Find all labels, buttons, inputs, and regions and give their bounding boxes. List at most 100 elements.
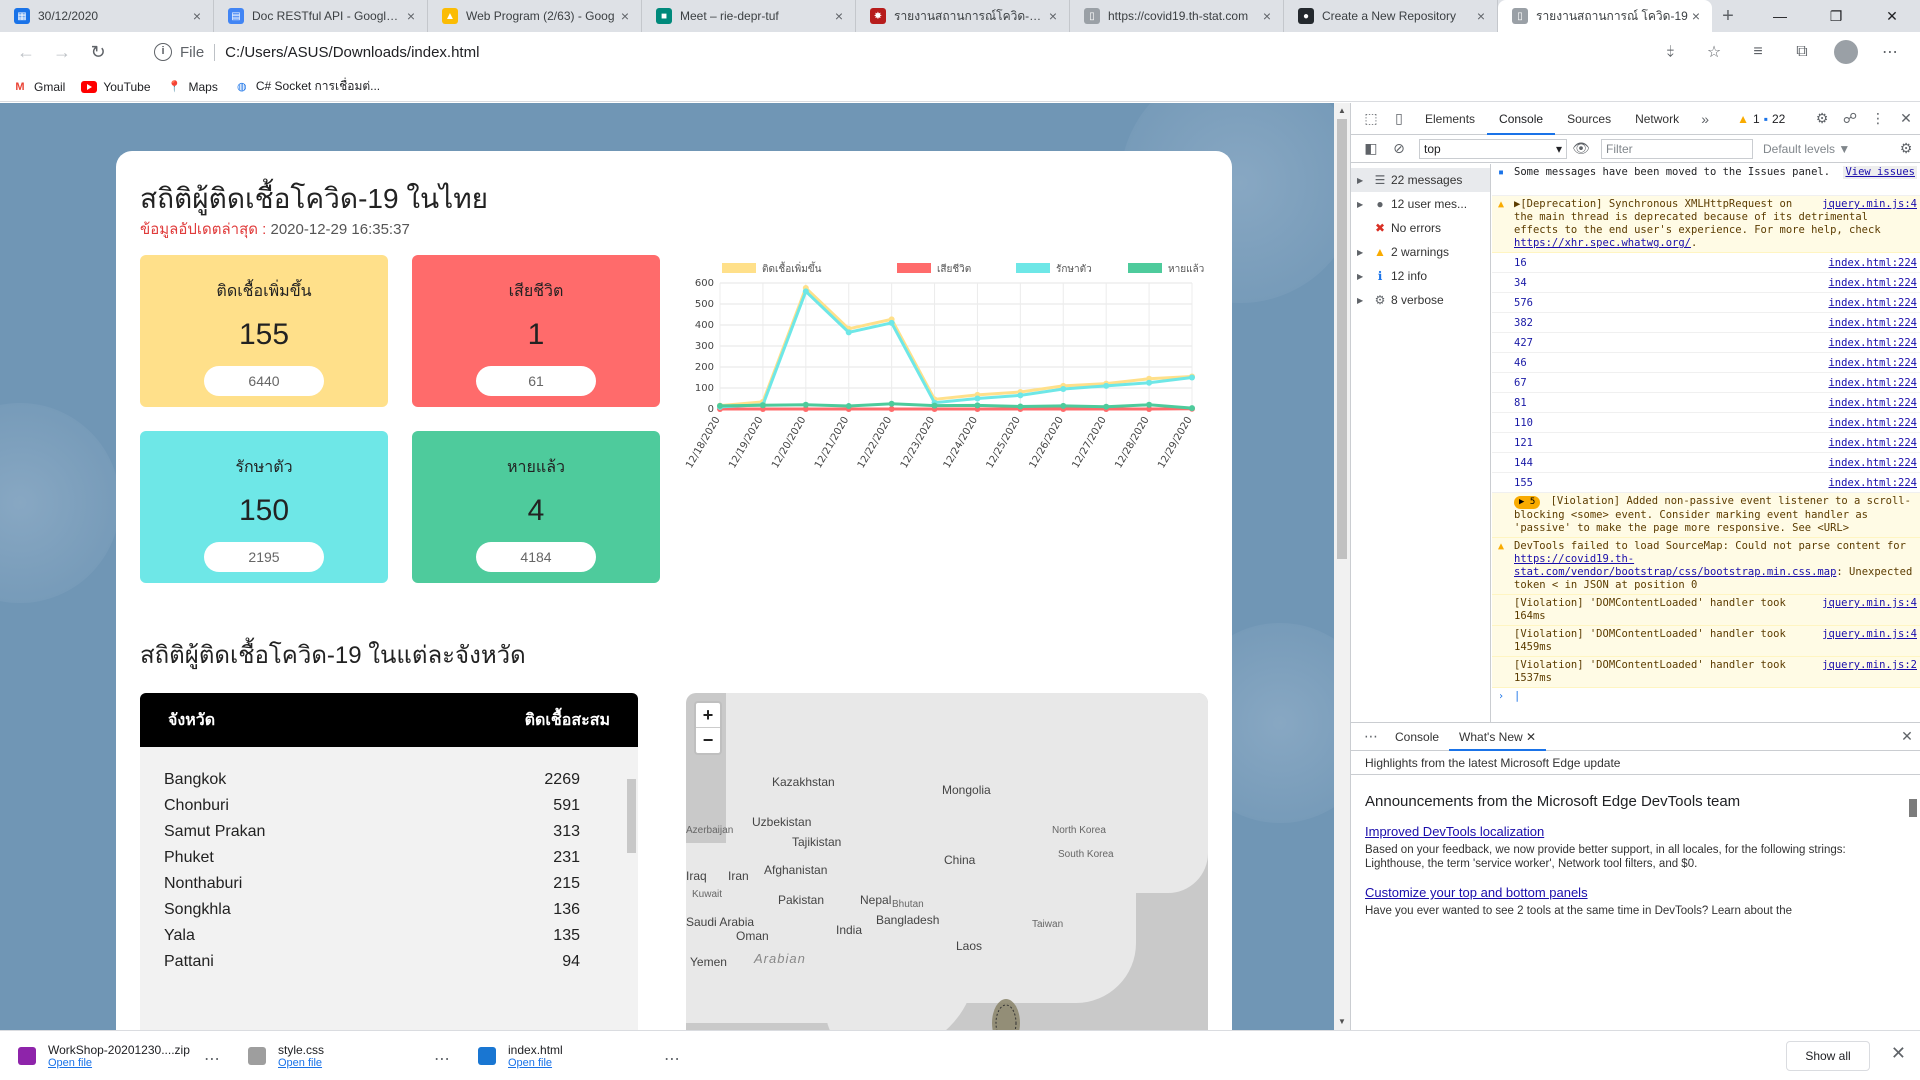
- drawer-menu-icon[interactable]: ⋯: [1357, 728, 1385, 745]
- reload-icon[interactable]: ↻: [80, 36, 116, 68]
- new-tab-button[interactable]: +: [1712, 0, 1744, 32]
- source-link[interactable]: index.html:224: [1828, 435, 1917, 451]
- source-link[interactable]: index.html:224: [1828, 375, 1917, 391]
- browser-tab[interactable]: ■ Meet – rie-depr-tuf ×: [642, 0, 856, 32]
- console-settings-icon[interactable]: ⚙: [1892, 140, 1920, 157]
- source-link[interactable]: jquery.min.js:4: [1822, 198, 1917, 211]
- source-link[interactable]: index.html:224: [1828, 335, 1917, 351]
- bookmark-youtube[interactable]: YouTube: [81, 79, 151, 95]
- province-scrollbar[interactable]: [624, 763, 638, 1030]
- browser-tab[interactable]: ✸ รายงานสถานการณ์โควิด-19 ป ×: [856, 0, 1070, 32]
- province-list[interactable]: Bangkok 2269 Chonburi 591 Samut Prakan 313 Phu…: [140, 747, 638, 1030]
- xhr-spec-link[interactable]: https://xhr.spec.whatwg.org/: [1514, 237, 1691, 249]
- close-download-bar-icon[interactable]: ✕: [1891, 1043, 1906, 1064]
- clear-console-icon[interactable]: ⊘: [1385, 140, 1413, 157]
- source-link[interactable]: index.html:224: [1828, 355, 1917, 371]
- close-tab-icon[interactable]: ×: [1473, 8, 1489, 24]
- open-file-link[interactable]: Open file: [48, 1057, 190, 1069]
- localization-link[interactable]: Improved DevTools localization: [1365, 824, 1907, 839]
- tab-sources[interactable]: Sources: [1555, 103, 1623, 135]
- scroll-up-icon[interactable]: ▲: [1334, 103, 1350, 119]
- view-issues-button[interactable]: View issues: [1843, 166, 1917, 179]
- console-sidebar-item[interactable]: ▶ ☰ 22 messages: [1351, 168, 1490, 192]
- expand-arrow-icon[interactable]: ▶: [1357, 200, 1369, 209]
- profile-avatar[interactable]: [1834, 40, 1858, 64]
- browser-tab[interactable]: ▲ Web Program (2/63) - Goog ×: [428, 0, 642, 32]
- feedback-icon[interactable]: ☍: [1836, 110, 1864, 127]
- expand-arrow-icon[interactable]: ▶: [1357, 248, 1369, 257]
- source-link[interactable]: index.html:224: [1828, 455, 1917, 471]
- expand-arrow-icon[interactable]: ▶: [1357, 176, 1369, 185]
- issue-badges[interactable]: ▲ 1 ▪ 22: [1737, 112, 1785, 126]
- expand-arrow-icon[interactable]: ▶: [1357, 296, 1369, 305]
- drawer-tab-whats-new[interactable]: What's New ✕: [1449, 723, 1547, 751]
- source-link[interactable]: jquery.min.js:2: [1822, 659, 1917, 672]
- console-sidebar-item[interactable]: ▶ ▲ 2 warnings: [1351, 240, 1490, 264]
- filter-input[interactable]: Filter: [1601, 138, 1753, 159]
- close-tab-icon[interactable]: ✕: [1526, 730, 1536, 744]
- download-item[interactable]: style.css Open file ⋯: [230, 1043, 460, 1069]
- download-item[interactable]: WorkShop-20201230....zip Open file ⋯: [0, 1043, 230, 1069]
- close-tab-icon[interactable]: ×: [831, 8, 847, 24]
- browser-tab[interactable]: ● Create a New Repository ×: [1284, 0, 1498, 32]
- gear-icon[interactable]: ⚙: [1808, 110, 1836, 127]
- open-file-link[interactable]: Open file: [278, 1057, 324, 1069]
- console-prompt[interactable]: › |: [1492, 688, 1920, 705]
- close-tab-icon[interactable]: ×: [189, 8, 205, 24]
- source-link[interactable]: index.html:224: [1828, 275, 1917, 291]
- page-scroll-thumb[interactable]: [1337, 119, 1347, 559]
- scroll-down-icon[interactable]: ▼: [1334, 1014, 1350, 1030]
- browser-tab[interactable]: ▦ 30/12/2020 ×: [0, 0, 214, 32]
- show-all-button[interactable]: Show all: [1786, 1041, 1870, 1071]
- info-icon[interactable]: i: [154, 43, 172, 61]
- back-icon[interactable]: ←: [8, 36, 44, 68]
- close-tab-icon[interactable]: ×: [1688, 8, 1704, 24]
- close-devtools-icon[interactable]: ✕: [1892, 110, 1920, 127]
- drawer-scroll-thumb[interactable]: [1909, 799, 1917, 817]
- favorites-icon[interactable]: ≡: [1736, 43, 1780, 61]
- bookmark-maps[interactable]: 📍 Maps: [167, 79, 218, 95]
- expand-arrow-icon[interactable]: ▶: [1357, 272, 1369, 281]
- forward-icon[interactable]: →: [44, 36, 80, 68]
- bookmark-gmail[interactable]: M Gmail: [12, 79, 65, 95]
- download-more-icon[interactable]: ⋯: [664, 1049, 680, 1069]
- source-link[interactable]: index.html:224: [1828, 395, 1917, 411]
- tab-network[interactable]: Network: [1623, 103, 1691, 135]
- address-bar[interactable]: i File C:/Users/ASUS/Downloads/index.htm…: [146, 36, 1694, 68]
- drawer-scrollbar[interactable]: [1907, 785, 1919, 1029]
- browser-tab[interactable]: ▤ Doc RESTful API - Google D ×: [214, 0, 428, 32]
- violation-text[interactable]: [Violation] Added non-passive event list…: [1514, 495, 1911, 534]
- close-drawer-icon[interactable]: ✕: [1893, 728, 1920, 745]
- tab-console[interactable]: Console: [1487, 103, 1556, 135]
- log-levels-dropdown[interactable]: Default levels ▼: [1763, 142, 1850, 156]
- thailand-marker-cluster[interactable]: [986, 993, 1026, 1030]
- context-select[interactable]: top ▾: [1419, 138, 1567, 159]
- open-file-link[interactable]: Open file: [508, 1057, 563, 1069]
- inspect-icon[interactable]: ⬚: [1357, 110, 1385, 127]
- console-sidebar-item[interactable]: ✖ No errors: [1351, 216, 1490, 240]
- url-text[interactable]: C:/Users/ASUS/Downloads/index.html: [225, 44, 479, 61]
- favorite-star-icon[interactable]: ☆: [1692, 42, 1736, 62]
- more-tabs-icon[interactable]: »: [1691, 111, 1719, 127]
- source-link[interactable]: index.html:224: [1828, 295, 1917, 311]
- map-widget[interactable]: Kazakhstan Mongolia Uzbekistan Tajikistan Az…: [686, 693, 1208, 1030]
- zoom-out-button[interactable]: −: [696, 728, 720, 753]
- collections-icon[interactable]: ⧉: [1780, 43, 1824, 61]
- kebab-menu-icon[interactable]: ⋮: [1864, 110, 1892, 127]
- read-aloud-icon[interactable]: ⤈: [1648, 43, 1692, 61]
- scroll-thumb[interactable]: [627, 779, 636, 853]
- download-more-icon[interactable]: ⋯: [204, 1049, 220, 1069]
- customize-panels-link[interactable]: Customize your top and bottom panels: [1365, 885, 1907, 900]
- close-tab-icon[interactable]: ×: [617, 8, 633, 24]
- close-window-icon[interactable]: ✕: [1864, 0, 1920, 32]
- eye-icon[interactable]: 👁: [1567, 140, 1595, 157]
- restore-icon[interactable]: ❐: [1808, 0, 1864, 32]
- source-link[interactable]: index.html:224: [1828, 415, 1917, 431]
- browser-tab[interactable]: ▯ https://covid19.th-stat.com ×: [1070, 0, 1284, 32]
- console-sidebar-item[interactable]: ▶ ℹ 12 info: [1351, 264, 1490, 288]
- device-toolbar-icon[interactable]: ▯: [1385, 110, 1413, 127]
- browser-tab[interactable]: ▯ รายงานสถานการณ์ โควิด-19 ×: [1498, 0, 1712, 32]
- drawer-tab-console[interactable]: Console: [1385, 723, 1449, 751]
- source-link[interactable]: jquery.min.js:4: [1822, 597, 1917, 610]
- console-sidebar-item[interactable]: ▶ ⚙ 8 verbose: [1351, 288, 1490, 312]
